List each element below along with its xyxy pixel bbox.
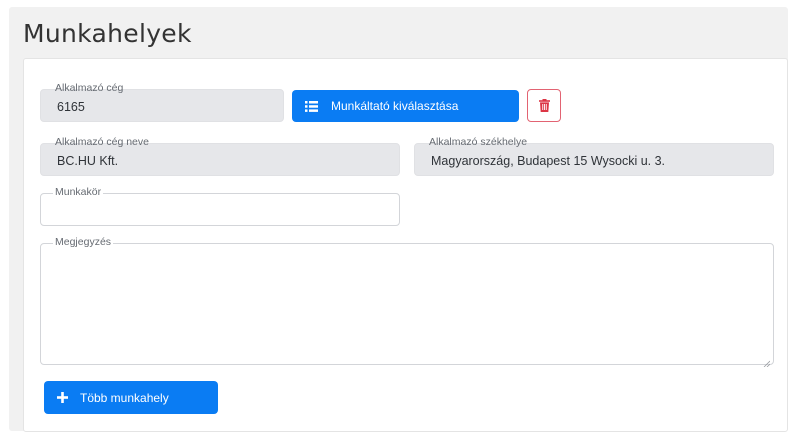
- position-field[interactable]: Munkakör: [40, 186, 400, 226]
- note-label: Megjegyzés: [53, 236, 114, 248]
- employer-address-field: Alkalmazó székhelye Magyarország, Budape…: [414, 136, 774, 176]
- employer-id-label: Alkalmazó cég: [53, 82, 126, 94]
- plus-icon: [57, 392, 68, 403]
- section-title: Munkahelyek: [23, 19, 192, 48]
- trash-icon: [538, 99, 550, 112]
- delete-employer-button[interactable]: [527, 89, 561, 122]
- select-employer-label: Munkáltató kiválasztása: [331, 99, 459, 113]
- employer-address-label: Alkalmazó székhelye: [427, 136, 530, 148]
- employer-id-field: Alkalmazó cég 6165: [40, 82, 284, 122]
- employer-address-value: Magyarország, Budapest 15 Wysocki u. 3.: [431, 154, 666, 168]
- add-workplace-button[interactable]: Több munkahely: [44, 381, 218, 414]
- add-workplace-label: Több munkahely: [80, 390, 169, 405]
- employer-id-value: 6165: [57, 100, 85, 114]
- workplace-card: Alkalmazó cég 6165 Munkáltató kiválasztá…: [23, 58, 788, 432]
- employer-name-label: Alkalmazó cég neve: [53, 136, 151, 148]
- workplaces-panel: Munkahelyek Alkalmazó cég 6165 Munkáltat…: [9, 7, 788, 432]
- position-label: Munkakör: [53, 186, 104, 198]
- list-icon: [305, 100, 318, 112]
- employer-name-field: Alkalmazó cég neve BC.HU Kft.: [40, 136, 400, 176]
- select-employer-button[interactable]: Munkáltató kiválasztása: [292, 90, 519, 122]
- note-textarea[interactable]: Megjegyzés: [40, 236, 774, 368]
- employer-name-value: BC.HU Kft.: [57, 154, 119, 168]
- resize-grip-icon[interactable]: [763, 354, 771, 368]
